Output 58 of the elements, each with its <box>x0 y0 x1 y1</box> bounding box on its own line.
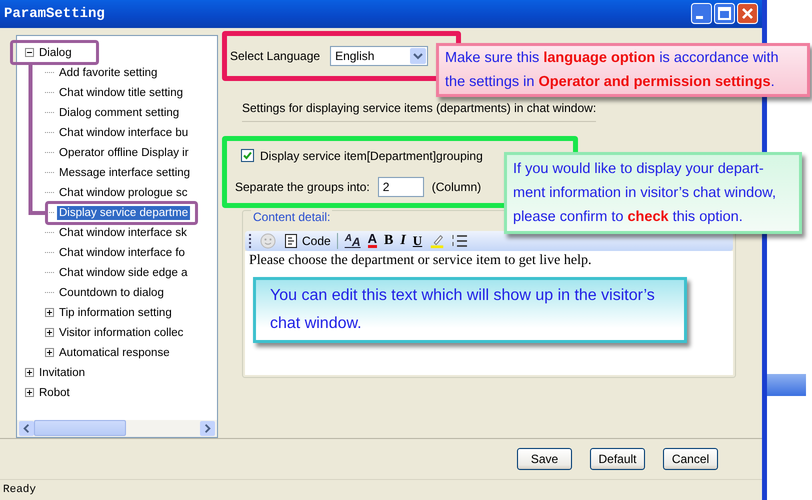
bold-button[interactable]: B <box>384 232 394 249</box>
close-icon[interactable] <box>737 3 758 24</box>
callout-note: If you would like to display your depart-ment information in visitor’s chat window, please confirm to check this option. <box>504 152 802 234</box>
tree-item[interactable]: Chat window side edge a <box>57 266 190 280</box>
section-label: Settings for displaying service items (departments) in chat window: <box>242 100 596 122</box>
callout-note: You can edit this text which will show up in the visitor’s chat window. <box>253 276 687 343</box>
scroll-left-icon[interactable] <box>19 420 34 436</box>
tree-item[interactable]: Countdown to dialog <box>57 286 166 300</box>
language-dropdown[interactable]: English <box>330 46 428 66</box>
collapse-icon[interactable] <box>25 48 34 58</box>
tree-item[interactable]: Invitation <box>37 366 88 380</box>
tree-item[interactable]: Add favorite setting <box>57 66 160 80</box>
tree-item[interactable]: Chat window interface fo <box>57 246 187 260</box>
caret-icon <box>410 48 426 64</box>
italic-button[interactable]: I <box>400 232 406 249</box>
expand-icon[interactable] <box>25 368 34 378</box>
tree-item[interactable]: Operator offline Display ir <box>57 146 191 160</box>
tree-item[interactable]: Dialog comment setting <box>57 106 182 120</box>
expand-icon[interactable] <box>45 308 54 318</box>
scroll-right-icon[interactable] <box>200 420 215 436</box>
tree-item[interactable]: Message interface setting <box>57 166 192 180</box>
unit-label: (Column) <box>432 180 482 194</box>
tree-item[interactable]: Tip information setting <box>57 306 174 320</box>
content-editor[interactable]: Please choose the department or service item to get live help. You can edit this text which will show up in the visitor’s chat window. <box>245 250 733 375</box>
tree-item[interactable]: Chat window prologue sc <box>57 186 190 200</box>
tree-item[interactable]: Display service departme <box>57 206 190 220</box>
dialog-button[interactable]: Cancel <box>663 448 718 470</box>
checkbox[interactable] <box>241 149 254 162</box>
language-label: Select Language <box>230 48 320 63</box>
maximize-icon[interactable] <box>714 3 735 24</box>
minimize-icon[interactable] <box>691 3 712 24</box>
expand-icon[interactable] <box>45 328 54 338</box>
expand-icon[interactable] <box>45 348 54 358</box>
dialog-button[interactable]: Save <box>517 448 572 470</box>
dialog-button[interactable]: Default <box>590 448 645 470</box>
editor-text: Please choose the department or service item to get live help. <box>249 252 592 269</box>
document-icon <box>283 232 299 249</box>
tree-item[interactable]: Visitor information collec <box>57 326 186 340</box>
callout-note: Make sure this language option is accordance with the settings in Operator and permission settings. <box>436 43 810 97</box>
font-size-button[interactable]: $^{A}$A <box>344 232 361 249</box>
checkbox-label: Display service item[Department]grouping <box>260 148 483 163</box>
highlighter-icon[interactable] <box>429 232 446 249</box>
font-color-button[interactable]: A <box>368 233 377 248</box>
tree-item[interactable]: Chat window interface sk <box>57 226 189 240</box>
horizontal-scrollbar[interactable] <box>17 420 217 437</box>
columns-label: Separate the groups into: <box>235 180 370 194</box>
expand-icon[interactable] <box>25 388 34 398</box>
tree-item[interactable]: Robot <box>37 386 72 400</box>
underline-button[interactable]: U <box>412 232 422 249</box>
tree-item[interactable]: Automatical response <box>57 346 172 360</box>
code-button[interactable]: Code <box>283 232 338 249</box>
window-title: ParamSetting <box>4 6 105 22</box>
tree-item[interactable]: Chat window interface bu <box>57 126 190 140</box>
group-legend: Content detail: <box>251 210 332 224</box>
status-text: Ready <box>3 484 36 496</box>
tree-item[interactable]: Chat window title setting <box>57 86 186 100</box>
numbered-list-icon[interactable] <box>452 232 468 249</box>
columns-input-field[interactable]: 2 <box>378 176 424 197</box>
